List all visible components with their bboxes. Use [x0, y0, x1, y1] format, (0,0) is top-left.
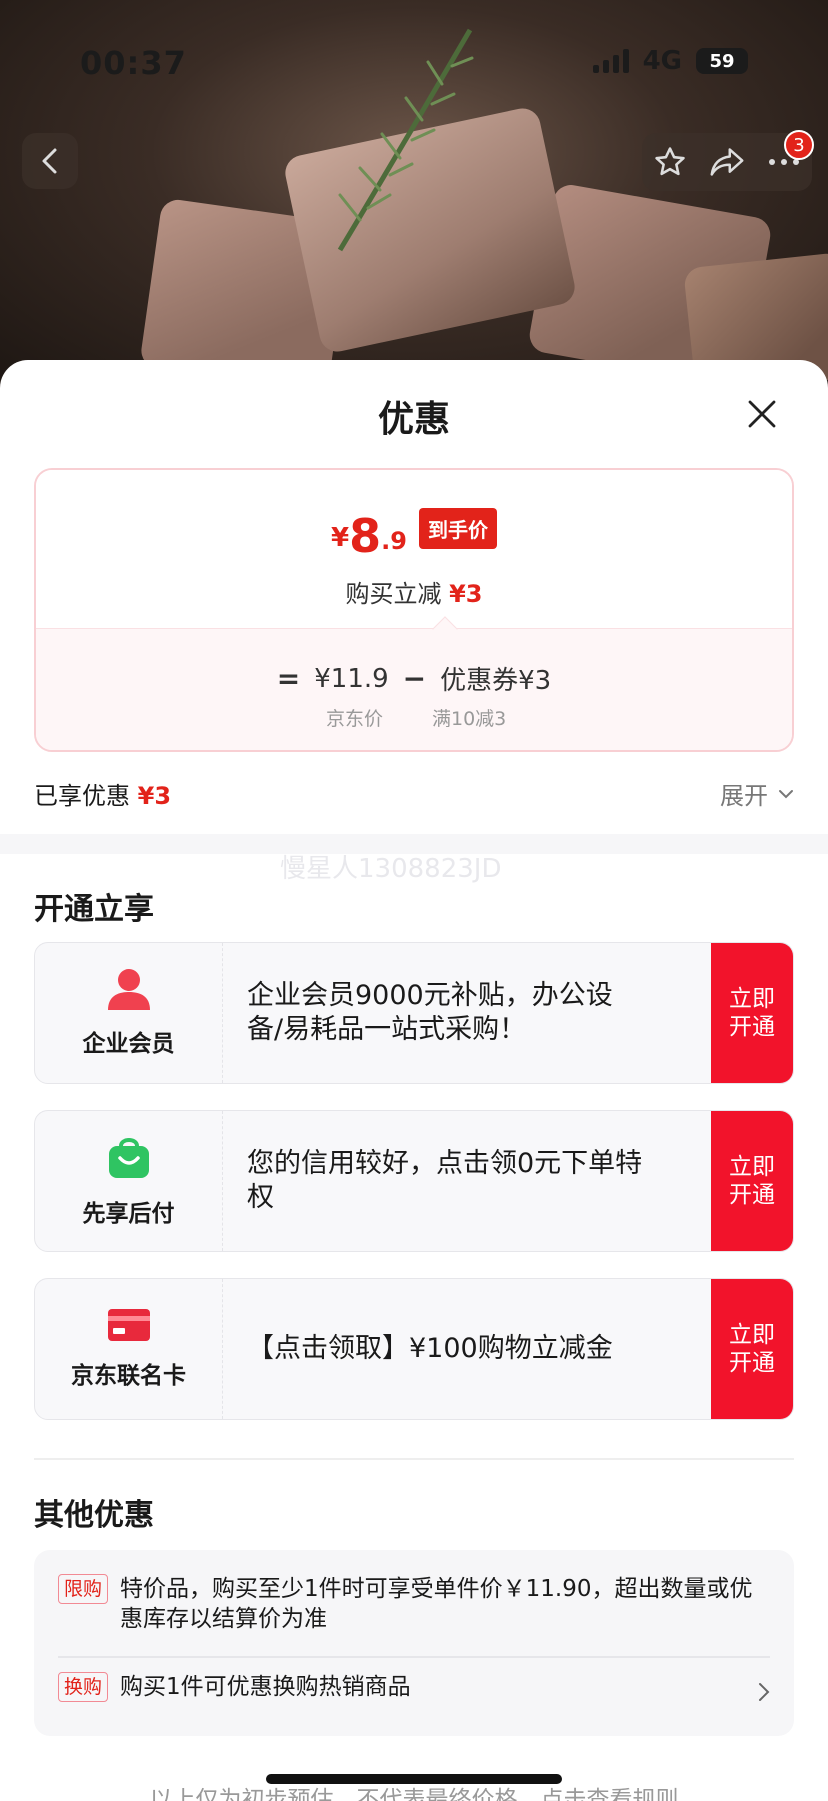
expand-toggle[interactable]: 展开 — [720, 776, 794, 811]
battery-level: 59 — [709, 50, 735, 72]
credit-card-icon — [107, 1309, 150, 1341]
promo-pay-later: 先享后付 您的信用较好，点击领0元下单特权 立即开通 — [34, 1110, 794, 1252]
chevron-right-icon — [759, 1683, 770, 1701]
limit-tag: 限购 — [58, 1574, 109, 1604]
chevron-left-icon — [42, 148, 57, 174]
coupon-rule: 满10减3 — [432, 708, 507, 730]
promo-label: 先享后付 — [82, 1201, 175, 1227]
divider — [34, 1458, 794, 1460]
shopping-bag-icon — [108, 1138, 149, 1178]
enjoyed-value: ¥3 — [137, 782, 172, 810]
jd-price: ¥11.9 — [314, 663, 389, 694]
price-integer: 8 — [349, 509, 382, 563]
exchange-item[interactable]: 换购 购买1件可优惠换购热销商品 — [58, 1672, 770, 1702]
instant-reduce: 购买立减 ¥3 — [36, 574, 792, 609]
signal-icon — [592, 49, 629, 73]
share-button[interactable] — [702, 137, 752, 187]
list-item: 限购 特价品，购买至少1件时可享受单件价￥11.90，超出数量或优惠库存以结算价… — [58, 1574, 770, 1634]
enjoyed-discount: 已享优惠 ¥3 — [34, 776, 171, 811]
promo-description: 【点击领取】¥100购物立减金 — [247, 1333, 613, 1364]
promo-description: 您的信用较好，点击领0元下单特权 — [247, 1148, 643, 1213]
coupon-amount: 优惠券¥3 — [440, 666, 552, 696]
expand-label: 展开 — [720, 782, 768, 810]
exchange-tag: 换购 — [58, 1672, 109, 1702]
jd-price-label: 京东价 — [326, 708, 384, 730]
equals-sign: = — [276, 662, 301, 695]
product-image: 00:37 4G 59 3 — [0, 0, 828, 380]
price-calculation: = ¥11.9 − 优惠券¥3 — [36, 660, 792, 697]
reduce-value: ¥3 — [449, 580, 483, 608]
promo-label: 京东联名卡 — [71, 1363, 186, 1389]
price-card: ¥ 8 .9 到手价 购买立减 ¥3 = ¥11.9 − 优惠券¥3 京东价 满… — [34, 468, 794, 752]
activate-button[interactable]: 立即开通 — [711, 943, 793, 1083]
promo-description: 企业会员9000元补贴，办公设备/易耗品一站式采购！ — [247, 980, 613, 1045]
back-button[interactable] — [22, 133, 78, 189]
status-time: 00:37 — [80, 44, 187, 82]
reduce-label: 购买立减 — [345, 580, 442, 608]
network-type: 4G — [642, 46, 682, 76]
discount-sheet: 优惠 ¥ 8 .9 到手价 购买立减 ¥3 = ¥11.9 − 优惠券¥3 京东… — [0, 360, 828, 1801]
price-decimal: .9 — [381, 527, 407, 555]
open-section-title: 开通立享 — [34, 892, 154, 927]
promo-enterprise-member: 企业会员 企业会员9000元补贴，办公设备/易耗品一站式采购！ 立即开通 — [34, 942, 794, 1084]
other-section-title: 其他优惠 — [34, 1498, 154, 1533]
exchange-text: 购买1件可优惠换购热销商品 — [120, 1674, 411, 1700]
chevron-down-icon — [779, 789, 793, 798]
promo-label: 企业会员 — [82, 1031, 175, 1057]
favorite-button[interactable] — [645, 137, 695, 187]
status-bar: 00:37 4G 59 — [0, 40, 828, 90]
final-price: ¥ 8 .9 到手价 — [36, 508, 792, 559]
price-tag: 到手价 — [418, 508, 497, 549]
close-icon — [748, 400, 776, 428]
activate-button[interactable]: 立即开通 — [711, 1279, 793, 1419]
share-icon — [710, 148, 744, 176]
user-icon — [107, 969, 150, 1010]
activate-button[interactable]: 立即开通 — [711, 1111, 793, 1251]
home-indicator — [266, 1774, 562, 1784]
star-icon — [655, 147, 686, 176]
other-discounts-list: 限购 特价品，购买至少1件时可享受单件价￥11.90，超出数量或优惠库存以结算价… — [34, 1550, 794, 1736]
watermark: 慢星人1308823JD — [280, 854, 502, 884]
minus-sign: − — [402, 662, 427, 695]
currency-symbol: ¥ — [331, 523, 350, 553]
limit-text: 特价品，购买至少1件时可享受单件价￥11.90，超出数量或优惠库存以结算价为准 — [120, 1576, 753, 1632]
footnote-text: 以上仅为初步预估，不代表最终价格，点击查看规则 — [149, 1787, 679, 1801]
sheet-title: 优惠 — [377, 399, 450, 440]
cart-badge: 3 — [784, 130, 814, 160]
close-button[interactable] — [740, 392, 784, 436]
battery-icon: 59 — [696, 48, 748, 74]
divider — [58, 1656, 770, 1658]
promo-cobrand-card: 京东联名卡 【点击领取】¥100购物立减金 立即开通 — [34, 1278, 794, 1420]
enjoyed-label: 已享优惠 — [34, 782, 130, 810]
